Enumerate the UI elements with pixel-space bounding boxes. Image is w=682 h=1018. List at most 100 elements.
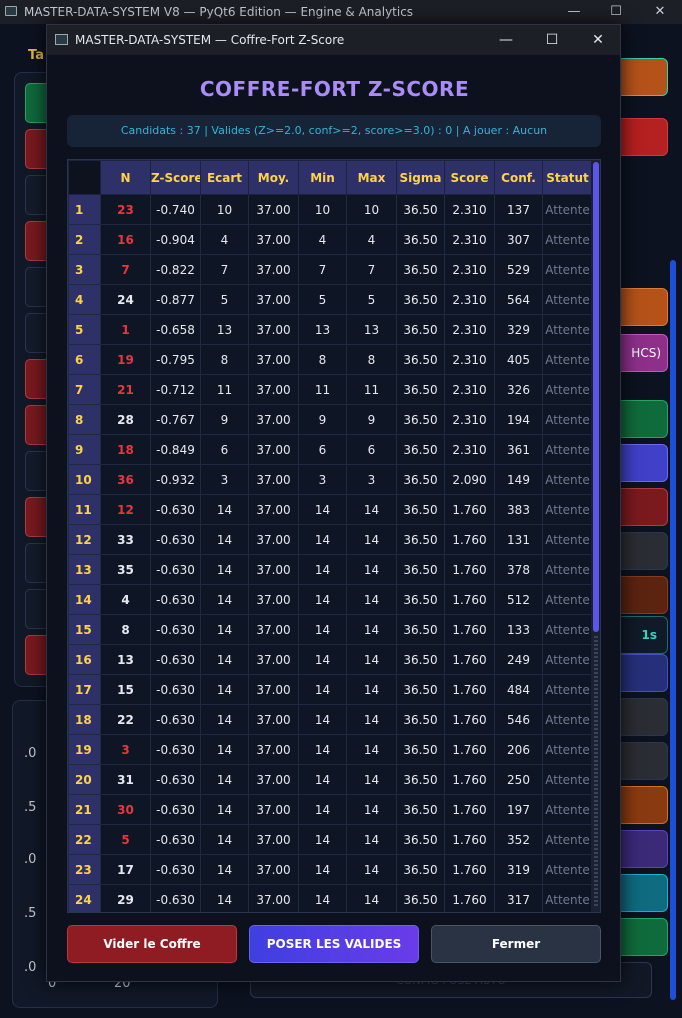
cell-conf[interactable]: 149 [494, 464, 543, 495]
cell-min[interactable]: 14 [298, 524, 347, 555]
column-header-n[interactable]: N [100, 160, 151, 195]
cell-n[interactable]: 36 [100, 464, 151, 495]
table-row[interactable]: 13 35 -0.630 14 37.00 14 14 36.50 1.760 378 Attent… [68, 554, 593, 585]
cell-sigma[interactable]: 36.50 [396, 734, 445, 765]
cell-conf[interactable]: 206 [494, 734, 543, 765]
cell-conf[interactable]: 249 [494, 644, 543, 675]
cell-statut[interactable]: Attente [542, 764, 593, 795]
table-row[interactable]: 14 4 -0.630 14 37.00 14 14 36.50 1.760 512 Attente [68, 584, 593, 615]
cell-statut[interactable]: Attente [542, 434, 593, 465]
cell-moy[interactable]: 37.00 [248, 344, 299, 375]
cell-moy[interactable]: 37.00 [248, 374, 299, 405]
cell-conf[interactable]: 352 [494, 824, 543, 855]
main-right-button[interactable] [616, 874, 668, 912]
cell-statut[interactable]: Attente [542, 194, 593, 225]
cell-moy[interactable]: 37.00 [248, 884, 299, 912]
table-row[interactable]: 16 13 -0.630 14 37.00 14 14 36.50 1.760 249 Attent… [68, 644, 593, 675]
cell-score[interactable]: 2.310 [444, 404, 495, 435]
cell-ecart[interactable]: 14 [200, 764, 249, 795]
cell-moy[interactable]: 37.00 [248, 704, 299, 735]
cell-statut[interactable]: Attente [542, 794, 593, 825]
dialog-close-icon[interactable]: ✕ [587, 30, 609, 50]
cell-min[interactable]: 6 [298, 434, 347, 465]
main-right-button[interactable] [616, 742, 668, 780]
cell-zscore[interactable]: -0.630 [150, 614, 201, 645]
main-close-icon[interactable]: ✕ [650, 2, 670, 22]
cell-score[interactable]: 1.760 [444, 554, 495, 585]
main-right-button[interactable] [616, 288, 668, 326]
cell-min[interactable]: 7 [298, 254, 347, 285]
cell-conf[interactable]: 307 [494, 224, 543, 255]
cell-zscore[interactable]: -0.630 [150, 554, 201, 585]
cell-conf[interactable]: 319 [494, 854, 543, 885]
cell-min[interactable]: 14 [298, 584, 347, 615]
cell-zscore[interactable]: -0.849 [150, 434, 201, 465]
cell-min[interactable]: 11 [298, 374, 347, 405]
cell-moy[interactable]: 37.00 [248, 524, 299, 555]
cell-statut[interactable]: Attente [542, 614, 593, 645]
cell-zscore[interactable]: -0.630 [150, 824, 201, 855]
cell-score[interactable]: 2.310 [444, 194, 495, 225]
cell-score[interactable]: 1.760 [444, 674, 495, 705]
table-row[interactable]: 8 28 -0.767 9 37.00 9 9 36.50 2.310 194 Attente [68, 404, 593, 435]
cell-max[interactable]: 14 [346, 704, 397, 735]
cell-min[interactable]: 14 [298, 794, 347, 825]
cell-zscore[interactable]: -0.630 [150, 494, 201, 525]
cell-ecart[interactable]: 14 [200, 614, 249, 645]
cell-n[interactable]: 17 [100, 854, 151, 885]
table-row[interactable]: 7 21 -0.712 11 37.00 11 11 36.50 2.310 326 Attente [68, 374, 593, 405]
cell-max[interactable]: 14 [346, 884, 397, 912]
cell-max[interactable]: 14 [346, 824, 397, 855]
cell-zscore[interactable]: -0.877 [150, 284, 201, 315]
cell-n[interactable]: 24 [100, 284, 151, 315]
column-header-moy[interactable]: Moy. [248, 160, 299, 195]
cell-moy[interactable]: 37.00 [248, 854, 299, 885]
table-scrollbar-track[interactable] [594, 636, 598, 906]
cell-max[interactable]: 14 [346, 554, 397, 585]
table-row[interactable]: 17 15 -0.630 14 37.00 14 14 36.50 1.760 484 Attent… [68, 674, 593, 705]
cell-n[interactable]: 5 [100, 824, 151, 855]
cell-max[interactable]: 14 [346, 794, 397, 825]
clear-vault-button[interactable]: Vider le Coffre [67, 925, 237, 963]
cell-sigma[interactable]: 36.50 [396, 794, 445, 825]
cell-max[interactable]: 14 [346, 674, 397, 705]
cell-moy[interactable]: 37.00 [248, 404, 299, 435]
main-scrollbar[interactable] [670, 260, 676, 1000]
cell-conf[interactable]: 361 [494, 434, 543, 465]
table-scrollbar-thumb[interactable] [593, 162, 599, 632]
close-button[interactable]: Fermer [431, 925, 601, 963]
cell-ecart[interactable]: 14 [200, 734, 249, 765]
cell-min[interactable]: 3 [298, 464, 347, 495]
main-right-button[interactable] [616, 786, 668, 824]
cell-sigma[interactable]: 36.50 [396, 434, 445, 465]
cell-score[interactable]: 1.760 [444, 704, 495, 735]
cell-conf[interactable]: 317 [494, 884, 543, 912]
table-row[interactable]: 12 33 -0.630 14 37.00 14 14 36.50 1.760 131 Attent… [68, 524, 593, 555]
cell-score[interactable]: 2.310 [444, 284, 495, 315]
cell-n[interactable]: 7 [100, 254, 151, 285]
table-row[interactable]: 9 18 -0.849 6 37.00 6 6 36.50 2.310 361 Attente [68, 434, 593, 465]
cell-zscore[interactable]: -0.712 [150, 374, 201, 405]
cell-conf[interactable]: 329 [494, 314, 543, 345]
cell-zscore[interactable]: -0.630 [150, 524, 201, 555]
cell-statut[interactable]: Attente [542, 254, 593, 285]
main-right-button[interactable] [616, 58, 668, 96]
cell-n[interactable]: 4 [100, 584, 151, 615]
cell-score[interactable]: 2.310 [444, 344, 495, 375]
cell-min[interactable]: 14 [298, 704, 347, 735]
cell-n[interactable]: 13 [100, 644, 151, 675]
cell-max[interactable]: 8 [346, 344, 397, 375]
cell-zscore[interactable]: -0.795 [150, 344, 201, 375]
cell-max[interactable]: 5 [346, 284, 397, 315]
cell-sigma[interactable]: 36.50 [396, 314, 445, 345]
cell-min[interactable]: 14 [298, 854, 347, 885]
cell-sigma[interactable]: 36.50 [396, 854, 445, 885]
cell-conf[interactable]: 133 [494, 614, 543, 645]
cell-conf[interactable]: 378 [494, 554, 543, 585]
cell-moy[interactable]: 37.00 [248, 794, 299, 825]
cell-min[interactable]: 5 [298, 284, 347, 315]
cell-n[interactable]: 28 [100, 404, 151, 435]
cell-moy[interactable]: 37.00 [248, 314, 299, 345]
cell-max[interactable]: 14 [346, 644, 397, 675]
table-row[interactable]: 23 17 -0.630 14 37.00 14 14 36.50 1.760 319 Attent… [68, 854, 593, 885]
